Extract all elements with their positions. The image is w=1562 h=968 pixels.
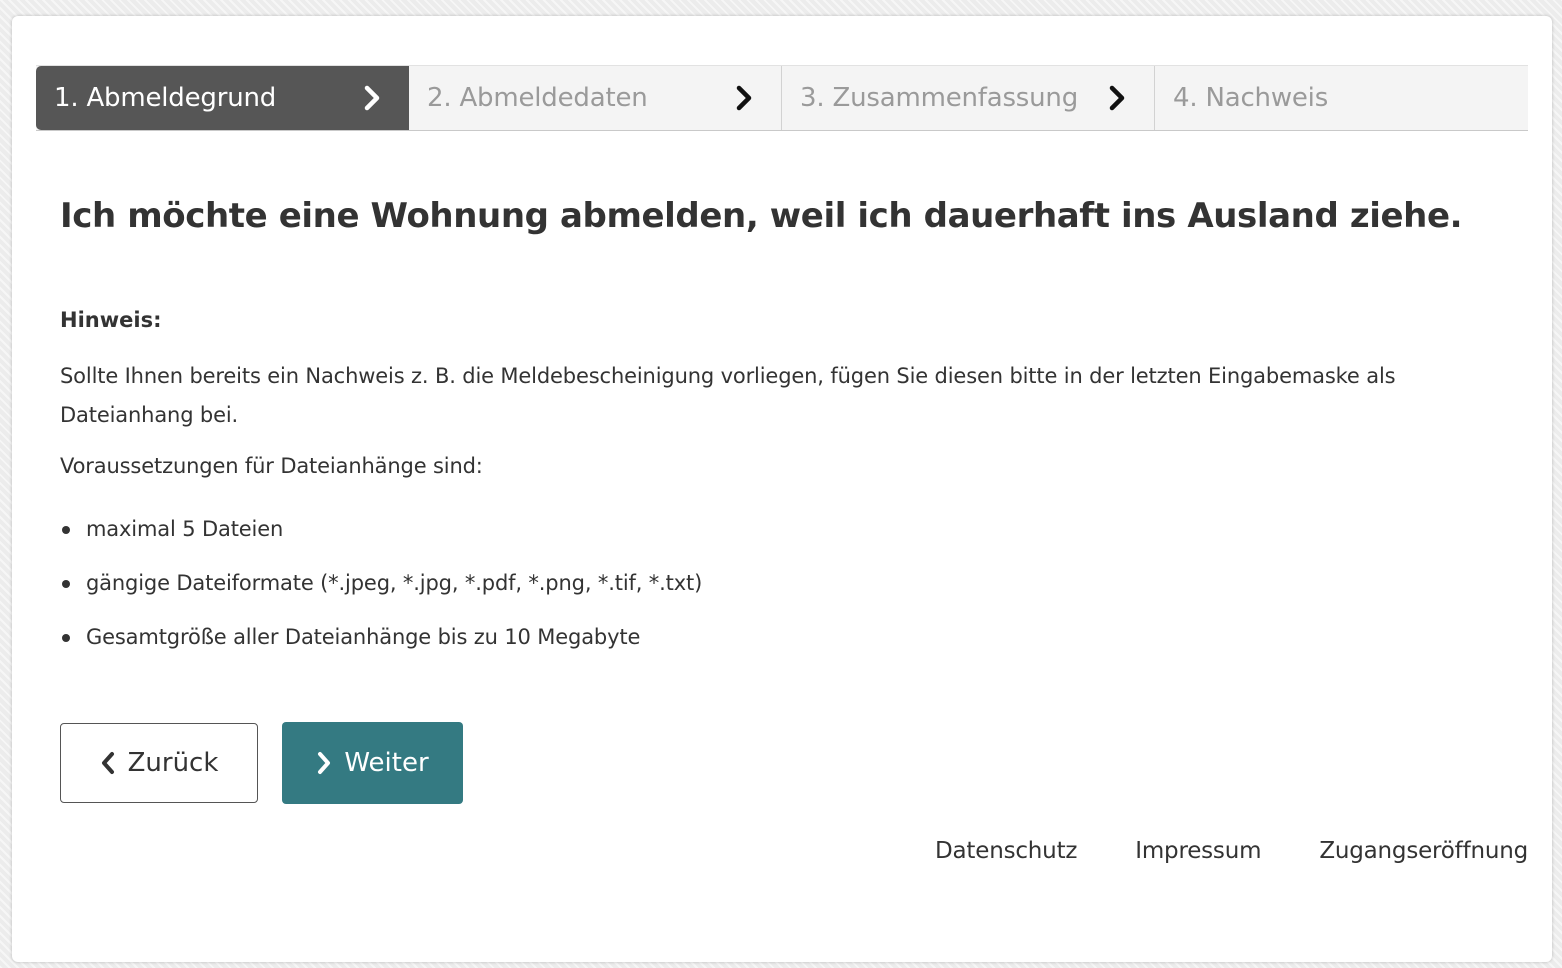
next-button[interactable]: Weiter (282, 722, 463, 804)
footer-link-zugangseroeffnung[interactable]: Zugangseröffnung (1319, 838, 1528, 864)
chevron-right-icon (316, 751, 332, 775)
page-title: Ich möchte eine Wohnung abmelden, weil i… (60, 196, 1463, 236)
chevron-right-icon (1104, 85, 1130, 111)
step-label: 4. Nachweis (1173, 83, 1329, 113)
list-item: gängige Dateiformate (*.jpeg, *.jpg, *.p… (60, 564, 702, 618)
step-label: 3. Zusammenfassung (800, 83, 1079, 113)
step-zusammenfassung[interactable]: 3. Zusammenfassung (782, 66, 1155, 130)
step-label: 2. Abmeldedaten (427, 83, 648, 113)
step-nachweis[interactable]: 4. Nachweis (1155, 66, 1528, 130)
step-abmeldegrund[interactable]: 1. Abmeldegrund (36, 66, 409, 130)
prerequisites-intro: Voraussetzungen für Dateianhänge sind: (60, 454, 483, 478)
footer-links: Datenschutz Impressum Zugangseröffnung (935, 838, 1528, 864)
list-item: maximal 5 Dateien (60, 510, 702, 564)
back-button-label: Zurück (127, 748, 219, 778)
chevron-left-icon (100, 751, 116, 775)
footer-link-impressum[interactable]: Impressum (1135, 838, 1261, 864)
list-item: Gesamtgröße aller Dateianhänge bis zu 10… (60, 618, 702, 672)
hint-text: Sollte Ihnen bereits ein Nachweis z. B. … (60, 364, 1396, 427)
footer-link-datenschutz[interactable]: Datenschutz (935, 838, 1077, 864)
requirements-list: maximal 5 Dateien gängige Dateiformate (… (60, 510, 702, 672)
form-card: 1. Abmeldegrund 2. Abmeldedaten 3. Zusam… (12, 16, 1552, 962)
next-button-label: Weiter (344, 748, 429, 778)
progress-stepper: 1. Abmeldegrund 2. Abmeldedaten 3. Zusam… (36, 65, 1528, 131)
step-label: 1. Abmeldegrund (54, 83, 277, 113)
chevron-right-icon (731, 85, 757, 111)
step-abmeldedaten[interactable]: 2. Abmeldedaten (409, 66, 782, 130)
hint-title: Hinweis: (60, 308, 162, 332)
back-button[interactable]: Zurück (60, 723, 258, 803)
chevron-right-icon (359, 85, 385, 111)
